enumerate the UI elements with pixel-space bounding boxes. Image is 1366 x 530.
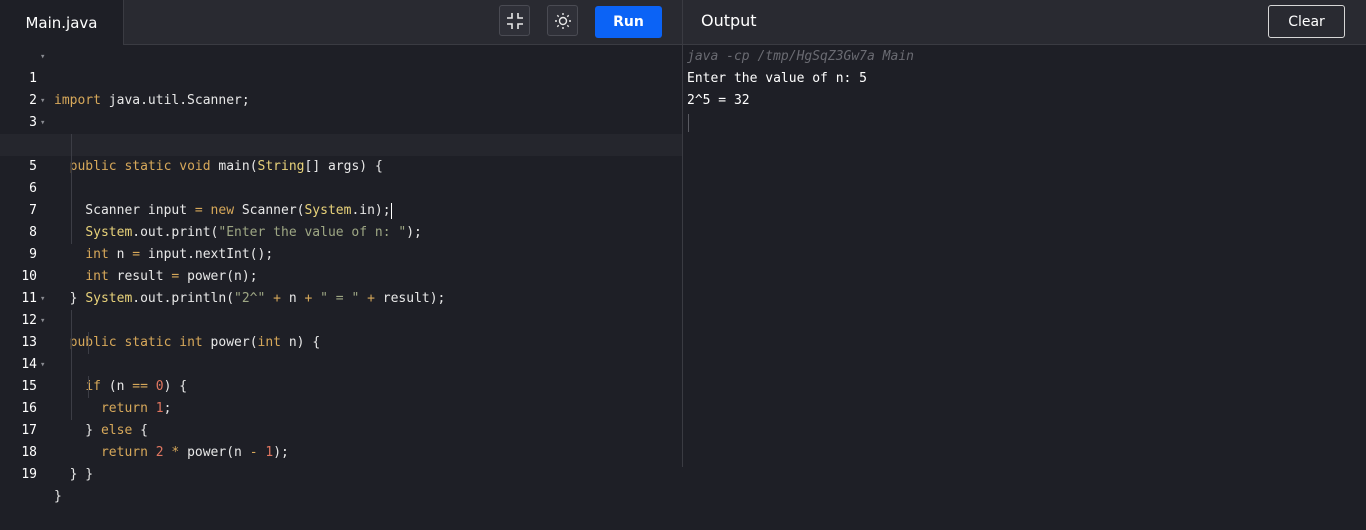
fold-arrow-icon[interactable]: ▾	[40, 46, 45, 68]
code-line: 15 ▾ } else {	[0, 354, 682, 438]
fold-arrow-icon[interactable]: ▾	[40, 310, 45, 332]
code-text: }	[54, 467, 78, 482]
code-line-active: 5 Scanner input = new Scanner(System.in)…	[0, 134, 682, 219]
code-line: 8 int result = power(n);	[0, 200, 682, 284]
code-line: 6 System.out.print("Enter the value of n…	[0, 156, 682, 240]
code-line: 18 }	[0, 420, 682, 482]
fold-arrow-icon[interactable]: ▾	[40, 90, 45, 112]
run-button[interactable]: Run	[595, 6, 662, 38]
line-number: 19	[21, 467, 37, 482]
fold-arrow-icon[interactable]: ▾	[40, 288, 45, 310]
code-line: 3▾ public class Main {	[0, 90, 682, 152]
file-tab-main-java[interactable]: Main.java	[0, 0, 124, 45]
code-line: 2	[0, 68, 682, 108]
output-line: 2^5 = 32	[687, 93, 750, 108]
code-line: 9 System.out.println("2^" + n + " = " + …	[0, 222, 682, 306]
fold-arrow-icon[interactable]: ▾	[40, 112, 45, 134]
sun-icon	[554, 12, 571, 29]
fold-arrow-icon[interactable]: ▾	[40, 354, 45, 376]
code-line: 10 }	[0, 244, 682, 306]
code-line: 12 ▾ public static int power(int n) {	[0, 288, 682, 350]
output-command: java -cp /tmp/HgSqZ3Gw7a Main	[687, 49, 914, 64]
output-line: Enter the value of n: 5	[687, 71, 868, 86]
output-panel[interactable]: java -cp /tmp/HgSqZ3Gw7a Main Enter the …	[683, 46, 1366, 467]
code-line: 7 int n = input.nextInt();	[0, 178, 682, 262]
code-editor[interactable]: 1▾ import java.util.Scanner; 2 3▾ public…	[0, 46, 682, 504]
code-line: 13 ▾ if (n == 0) {	[0, 310, 682, 394]
output-title: Output	[701, 11, 757, 30]
theme-toggle-button[interactable]	[547, 5, 578, 36]
code-line: 11	[0, 266, 682, 306]
code-text: }	[54, 489, 62, 504]
code-line: 17 }	[0, 398, 682, 482]
file-tab-label: Main.java	[25, 13, 98, 32]
fullscreen-toggle-button[interactable]	[499, 5, 530, 36]
output-caret	[688, 114, 689, 132]
code-line: 16 return 2 * power(n - 1);	[0, 376, 682, 460]
minimize-icon	[506, 12, 523, 29]
code-line: 4▾ public static void main(String[] args…	[0, 112, 682, 174]
top-bar: Main.java Run Output Clear	[0, 0, 1366, 45]
code-line: 1 ▾ import java.util.Scanner;	[0, 46, 682, 108]
code-line: 19 }	[0, 442, 682, 504]
clear-button[interactable]: Clear	[1268, 5, 1345, 38]
code-line: 14 return 1;	[0, 332, 682, 416]
